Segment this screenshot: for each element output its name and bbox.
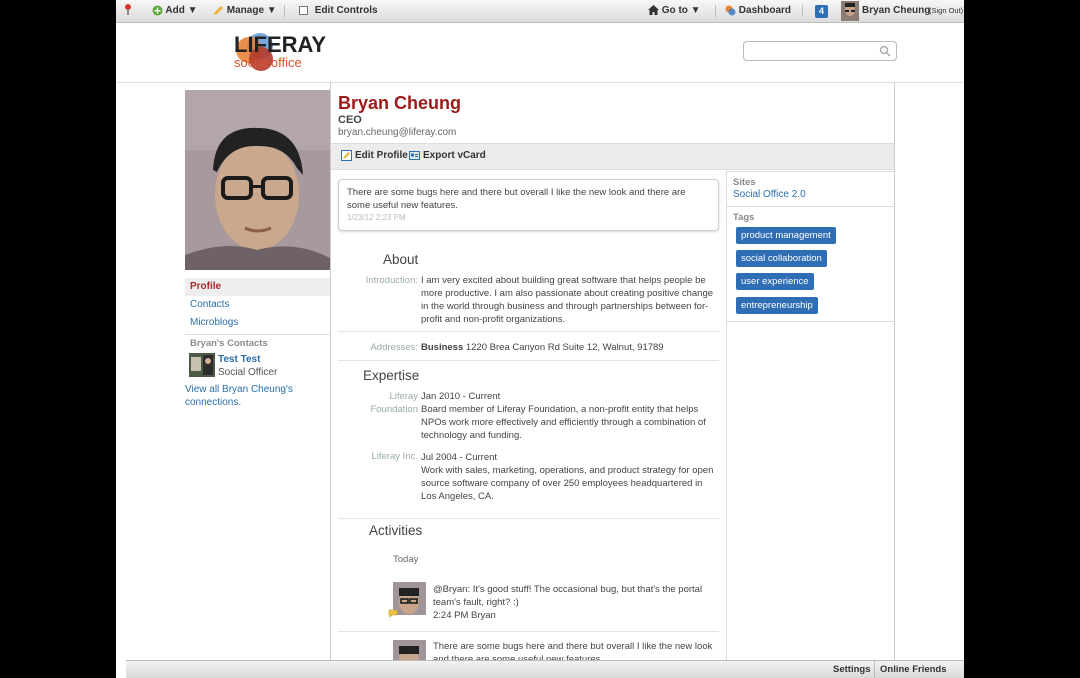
contact-role: Social Officer bbox=[218, 367, 278, 378]
view-all-connections-link[interactable]: View all Bryan Cheung's connections. bbox=[185, 383, 305, 409]
profile-photo bbox=[185, 90, 330, 270]
introduction-label: Introduction: bbox=[365, 275, 418, 286]
online-friends-button[interactable]: Online Friends (1) bbox=[874, 661, 964, 678]
nav-item-profile[interactable]: Profile bbox=[185, 278, 330, 296]
export-vcard-button[interactable]: Export vCard bbox=[409, 150, 486, 161]
profile-name: Bryan Cheung bbox=[338, 93, 462, 113]
sites-title: Sites bbox=[733, 177, 756, 188]
nav-item-contacts[interactable]: Contacts bbox=[185, 296, 330, 314]
add-label: Add ▼ bbox=[165, 5, 198, 16]
introduction-text: I am very excited about building great s… bbox=[421, 275, 714, 325]
contacts-title: Bryan's Contacts bbox=[190, 338, 268, 349]
site-link[interactable]: Social Office 2.0 bbox=[733, 189, 806, 200]
edit-profile-icon bbox=[341, 150, 352, 161]
address-text: 1220 Brea Canyon Rd Suite 12, Walnut, 91… bbox=[465, 342, 664, 353]
divider bbox=[715, 5, 716, 17]
address-value: Business 1220 Brea Canyon Rd Suite 12, W… bbox=[421, 341, 721, 354]
user-avatar[interactable] bbox=[841, 1, 859, 21]
dashboard-icon bbox=[725, 5, 736, 16]
activity-meta: 2:24 PM Bryan bbox=[433, 610, 496, 621]
divider bbox=[727, 206, 895, 207]
address-type: Business bbox=[421, 342, 464, 353]
expertise-dates: Jul 2004 - Current bbox=[421, 452, 498, 463]
goto-menu[interactable]: Go to ▼ bbox=[648, 0, 701, 22]
activity-text: @Bryan: It's good stuff! The occasional … bbox=[433, 584, 703, 608]
edit-controls-toggle[interactable]: Edit Controls bbox=[299, 0, 378, 22]
status-time: 1/23/12 2:23 PM bbox=[347, 213, 406, 222]
contact-avatar[interactable] bbox=[189, 353, 215, 377]
pencil-icon bbox=[213, 5, 223, 15]
export-vcard-label: Export vCard bbox=[423, 150, 486, 162]
about-title: About bbox=[383, 252, 419, 267]
edit-profile-button[interactable]: Edit Profile bbox=[341, 150, 408, 161]
tags-title: Tags bbox=[733, 212, 755, 223]
add-icon bbox=[152, 5, 163, 16]
divider bbox=[338, 360, 719, 361]
expertise-desc: Work with sales, marketing, operations, … bbox=[421, 465, 714, 502]
dashboard-link[interactable]: Dashboard bbox=[725, 0, 791, 22]
activity-day-label: Today bbox=[393, 554, 419, 565]
search-input[interactable] bbox=[748, 42, 878, 60]
expertise-org: Liferay Inc. bbox=[371, 451, 418, 462]
home-icon bbox=[648, 5, 659, 16]
activities-title: Activities bbox=[369, 523, 423, 538]
vcard-icon bbox=[409, 151, 420, 160]
expertise-desc: Board member of Liferay Foundation, a no… bbox=[421, 404, 706, 441]
manage-label: Manage ▼ bbox=[226, 5, 277, 16]
tag-chip[interactable]: social collaboration bbox=[736, 250, 827, 267]
tag-chip[interactable]: product management bbox=[736, 227, 836, 244]
divider bbox=[727, 321, 895, 322]
edit-profile-label: Edit Profile bbox=[355, 150, 408, 162]
divider bbox=[284, 5, 285, 17]
profile-toolbar: Edit Profile Export vCard bbox=[331, 143, 894, 170]
page-frame: Add ▼ Manage ▼ Edit Controls Go to ▼ Das… bbox=[116, 0, 964, 678]
logo-title: LIFERAY bbox=[234, 32, 327, 57]
divider bbox=[338, 331, 719, 332]
profile-email: bryan.cheung@liferay.com bbox=[338, 127, 457, 138]
contact-name-link[interactable]: Test Test bbox=[218, 354, 260, 365]
dockbar: Add ▼ Manage ▼ Edit Controls Go to ▼ Das… bbox=[116, 0, 964, 23]
edit-controls-label: Edit Controls bbox=[314, 5, 378, 16]
expertise-title: Expertise bbox=[363, 368, 420, 383]
divider bbox=[726, 171, 727, 678]
dashboard-label: Dashboard bbox=[738, 5, 792, 16]
profile-title: CEO bbox=[338, 114, 362, 126]
pin-icon[interactable] bbox=[122, 0, 134, 22]
divider bbox=[802, 5, 803, 17]
addresses-label: Addresses: bbox=[370, 342, 418, 353]
divider bbox=[185, 334, 330, 335]
divider bbox=[338, 518, 719, 519]
manage-menu[interactable]: Manage ▼ bbox=[212, 0, 277, 22]
settings-button[interactable]: Settings bbox=[828, 661, 875, 678]
sign-out-link[interactable]: (Sign Out) bbox=[929, 0, 963, 22]
search-box[interactable] bbox=[743, 41, 897, 61]
status-text: There are some bugs here and there but o… bbox=[347, 187, 686, 211]
add-menu[interactable]: Add ▼ bbox=[152, 0, 198, 22]
status-bubble: There are some bugs here and there but o… bbox=[338, 179, 719, 231]
logo-subtitle: social office bbox=[234, 55, 302, 70]
nav-item-microblogs[interactable]: Microblogs bbox=[185, 314, 330, 332]
tag-chip[interactable]: entrepreneurship bbox=[736, 297, 818, 314]
logo-text: LIFERAY social office bbox=[234, 34, 326, 70]
expertise-dates: Jan 2010 - Current bbox=[421, 391, 501, 402]
checkbox-icon bbox=[299, 5, 308, 15]
divider bbox=[338, 631, 719, 632]
profile-nav: Profile Contacts Microblogs bbox=[185, 278, 330, 332]
comment-icon bbox=[388, 609, 398, 618]
notification-badge[interactable]: 4 bbox=[815, 5, 828, 18]
bottom-bar: Settings Online Friends (1) bbox=[126, 660, 964, 678]
divider bbox=[727, 171, 895, 172]
user-name[interactable]: Bryan Cheung bbox=[862, 0, 930, 22]
goto-label: Go to ▼ bbox=[661, 5, 701, 16]
expertise-org: Liferay Foundation bbox=[370, 391, 418, 415]
tag-chip[interactable]: user experience bbox=[736, 273, 814, 290]
search-icon[interactable] bbox=[879, 45, 891, 57]
